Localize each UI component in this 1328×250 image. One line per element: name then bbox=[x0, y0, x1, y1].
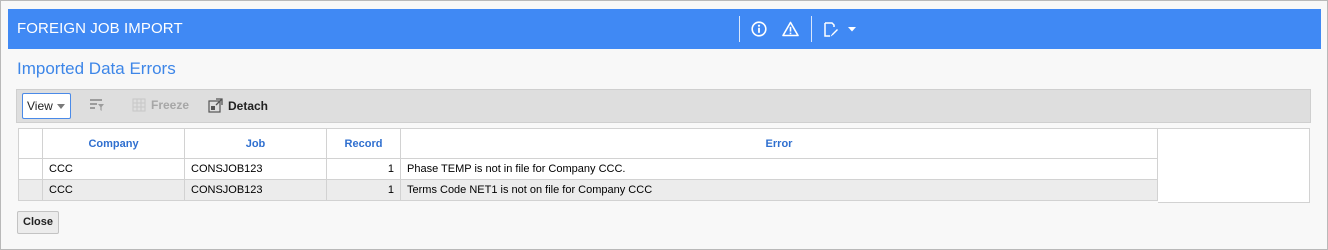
toolbar-divider bbox=[811, 16, 812, 42]
table-row[interactable]: CCC CONSJOB123 1 Phase TEMP is not in fi… bbox=[18, 158, 1158, 180]
grid-empty-area bbox=[1158, 128, 1310, 203]
detach-icon bbox=[208, 98, 223, 113]
column-header-job[interactable]: Job bbox=[184, 128, 327, 159]
row-selector-header[interactable] bbox=[18, 128, 43, 159]
detach-button[interactable]: Detach bbox=[208, 98, 268, 113]
window-title: FOREIGN JOB IMPORT bbox=[17, 20, 183, 37]
cell-job: CONSJOB123 bbox=[184, 179, 327, 201]
freeze-label: Freeze bbox=[151, 98, 190, 112]
title-bar: FOREIGN JOB IMPORT bbox=[8, 9, 1321, 49]
cell-job: CONSJOB123 bbox=[184, 158, 327, 180]
filter-icon bbox=[90, 99, 104, 111]
filter-button[interactable] bbox=[89, 97, 105, 113]
cell-error: Phase TEMP is not in file for Company CC… bbox=[400, 158, 1158, 180]
column-header-error[interactable]: Error bbox=[400, 128, 1158, 159]
cell-error: Terms Code NET1 is not on file for Compa… bbox=[400, 179, 1158, 201]
grid-toolbar: View Freeze Detach bbox=[16, 89, 1311, 123]
freeze-button[interactable]: Freeze bbox=[132, 98, 189, 112]
cell-record: 1 bbox=[326, 179, 401, 201]
chevron-down-icon bbox=[57, 104, 65, 109]
close-button[interactable]: Close bbox=[17, 211, 59, 234]
view-label: View bbox=[27, 99, 53, 113]
cell-company: CCC bbox=[42, 158, 185, 180]
cell-company: CCC bbox=[42, 179, 185, 201]
dropdown-caret-icon[interactable] bbox=[845, 19, 859, 39]
view-dropdown[interactable]: View bbox=[22, 93, 71, 119]
row-selector[interactable] bbox=[18, 179, 43, 201]
errors-table: Company Job Record Error CCC CONSJOB123 … bbox=[18, 128, 1158, 201]
info-icon[interactable] bbox=[749, 19, 769, 39]
column-header-record[interactable]: Record bbox=[326, 128, 401, 159]
toolbar-divider bbox=[739, 16, 740, 42]
section-title: Imported Data Errors bbox=[17, 59, 176, 78]
detach-label: Detach bbox=[228, 98, 269, 113]
freeze-icon bbox=[132, 98, 146, 112]
table-header-row: Company Job Record Error bbox=[18, 128, 1158, 159]
row-selector[interactable] bbox=[18, 158, 43, 180]
window-frame: FOREIGN JOB IMPORT Imported Data Errors … bbox=[0, 0, 1328, 250]
warning-icon[interactable] bbox=[780, 19, 800, 39]
column-header-company[interactable]: Company bbox=[42, 128, 185, 159]
table-row[interactable]: CCC CONSJOB123 1 Terms Code NET1 is not … bbox=[18, 179, 1158, 201]
cell-record: 1 bbox=[326, 158, 401, 180]
edit-note-icon[interactable] bbox=[820, 19, 840, 39]
